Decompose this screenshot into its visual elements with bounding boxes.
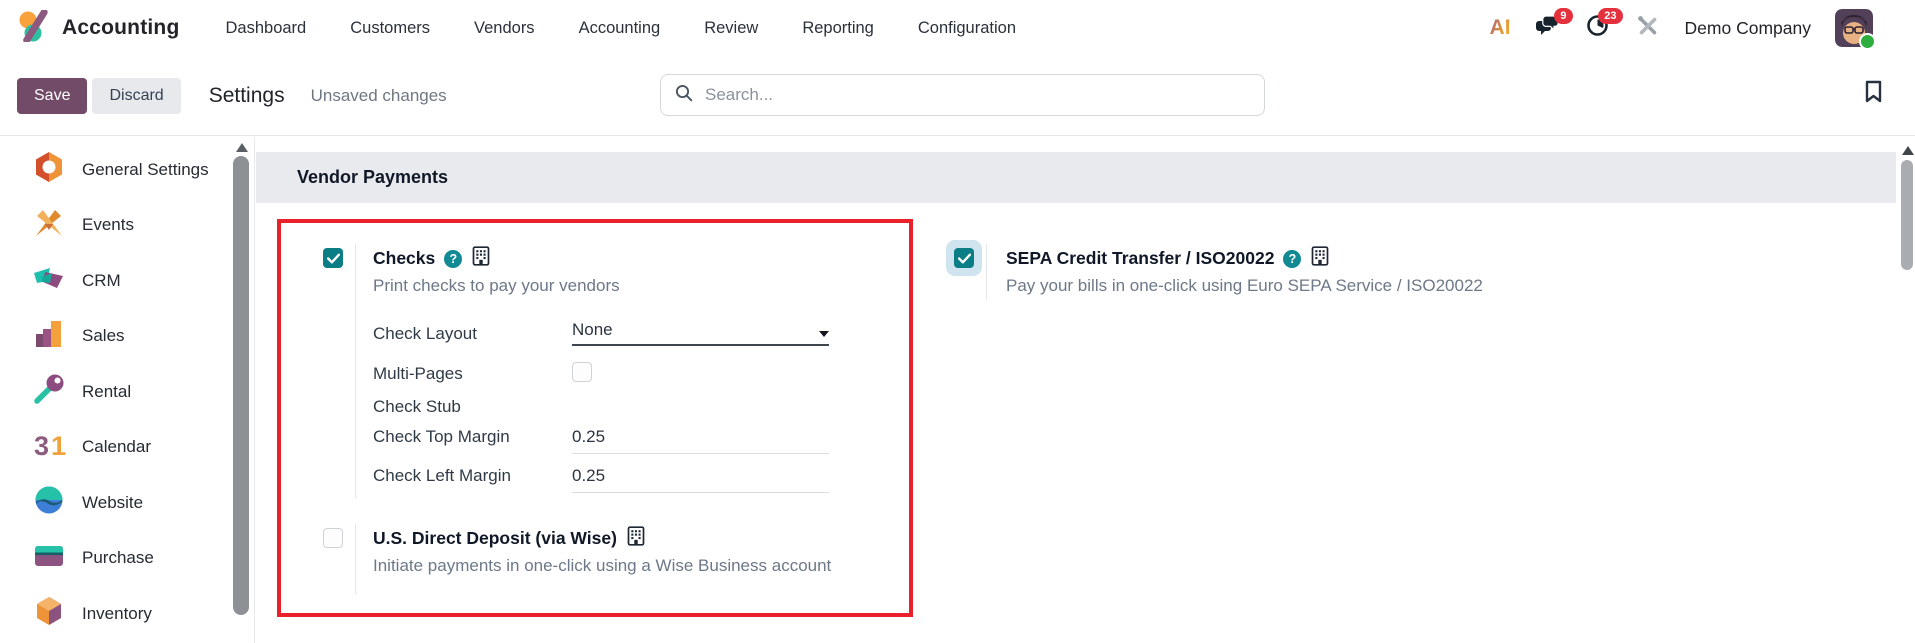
enterprise-building-icon bbox=[626, 526, 646, 551]
accounting-settings-page: Accounting Dashboard Customers Vendors A… bbox=[0, 0, 1915, 643]
sepa-divider bbox=[986, 244, 987, 300]
checks-divider bbox=[355, 244, 356, 498]
messages-badge: 9 bbox=[1554, 8, 1573, 25]
sidebar-item-purchase[interactable]: Purchase bbox=[0, 531, 254, 587]
enterprise-building-icon bbox=[1310, 246, 1330, 271]
save-button[interactable]: Save bbox=[17, 77, 88, 114]
online-status-dot bbox=[1859, 33, 1876, 50]
activities-button[interactable]: 23 bbox=[1585, 8, 1623, 41]
check-stub-label: Check Stub bbox=[373, 397, 461, 416]
check-left-margin-label: Check Left Margin bbox=[373, 466, 511, 485]
chevron-down-icon bbox=[819, 331, 829, 337]
sidebar-scroll-up-arrow[interactable] bbox=[236, 143, 248, 152]
sidebar-item-events[interactable]: Events bbox=[0, 198, 254, 254]
tools-icon bbox=[1636, 14, 1660, 43]
top-navbar: Accounting Dashboard Customers Vendors A… bbox=[0, 0, 1915, 56]
check-layout-label: Check Layout bbox=[373, 324, 477, 343]
app-brand[interactable]: Accounting bbox=[18, 8, 180, 47]
company-switcher[interactable]: Demo Company bbox=[1685, 18, 1811, 39]
enterprise-building-icon bbox=[471, 246, 491, 271]
sidebar-item-label: Calendar bbox=[82, 437, 151, 457]
user-avatar[interactable] bbox=[1835, 9, 1876, 50]
crm-icon bbox=[32, 261, 66, 300]
search-bar[interactable] bbox=[660, 74, 1265, 116]
ai-assistant-icon[interactable]: AI bbox=[1490, 16, 1511, 40]
sidebar-item-label: Sales bbox=[82, 326, 125, 346]
sidebar-item-label: Events bbox=[82, 215, 134, 235]
sidebar-item-general-settings[interactable]: General Settings bbox=[0, 142, 254, 198]
checks-description: Print checks to pay your vendors bbox=[373, 276, 620, 295]
menu-accounting[interactable]: Accounting bbox=[579, 19, 661, 38]
sidebar-item-label: Purchase bbox=[82, 548, 154, 568]
sepa-setting-title: SEPA Credit Transfer / ISO20022 ? bbox=[1006, 246, 1330, 271]
sidebar-item-label: Inventory bbox=[82, 603, 152, 623]
multi-pages-checkbox[interactable] bbox=[572, 362, 592, 382]
sidebar-item-sales[interactable]: Sales bbox=[0, 309, 254, 365]
debug-tools-button[interactable] bbox=[1635, 15, 1661, 41]
sidebar-item-label: Website bbox=[82, 492, 144, 512]
sidebar-item-label: Rental bbox=[82, 381, 132, 401]
app-name[interactable]: Accounting bbox=[62, 16, 180, 40]
svg-text:1: 1 bbox=[51, 431, 66, 461]
activities-badge: 23 bbox=[1598, 8, 1623, 25]
bookmark-icon[interactable] bbox=[1864, 80, 1883, 109]
sepa-title-text: SEPA Credit Transfer / ISO20022 bbox=[1006, 248, 1275, 268]
checks-checkbox[interactable] bbox=[323, 248, 343, 268]
check-left-margin-input[interactable] bbox=[572, 466, 829, 493]
sidebar-item-label: General Settings bbox=[82, 159, 209, 179]
us-direct-deposit-checkbox[interactable] bbox=[323, 528, 343, 548]
website-icon bbox=[32, 483, 66, 522]
section-header-vendor-payments: Vendor Payments bbox=[256, 152, 1896, 203]
sidebar-item-calendar[interactable]: 3 1 Calendar bbox=[0, 420, 254, 476]
search-input[interactable] bbox=[703, 84, 1250, 106]
menu-review[interactable]: Review bbox=[704, 19, 758, 38]
sidebar-item-website[interactable]: Website bbox=[0, 475, 254, 531]
sepa-checkbox[interactable] bbox=[954, 248, 974, 268]
page-title: Settings bbox=[208, 83, 285, 107]
sidebar-item-label: CRM bbox=[82, 270, 121, 290]
direct-deposit-divider bbox=[355, 524, 356, 594]
content-scroll-up-arrow[interactable] bbox=[1902, 146, 1914, 155]
purchase-icon bbox=[32, 539, 66, 578]
search-icon bbox=[675, 84, 693, 107]
multi-pages-label: Multi-Pages bbox=[373, 364, 463, 383]
help-icon[interactable]: ? bbox=[444, 249, 463, 268]
check-layout-value: None bbox=[572, 320, 613, 339]
inventory-icon bbox=[32, 594, 66, 633]
main-menu: Dashboard Customers Vendors Accounting R… bbox=[226, 19, 1017, 38]
rental-icon bbox=[32, 372, 66, 411]
sidebar-scrollbar-thumb[interactable] bbox=[233, 156, 249, 615]
us-direct-deposit-title: U.S. Direct Deposit (via Wise) bbox=[373, 526, 646, 551]
check-top-margin-input[interactable] bbox=[572, 427, 829, 454]
messages-button[interactable]: 9 bbox=[1535, 8, 1573, 41]
sepa-description: Pay your bills in one-click using Euro S… bbox=[1006, 276, 1483, 295]
check-top-margin-label: Check Top Margin bbox=[373, 427, 510, 446]
content-scrollbar-thumb[interactable] bbox=[1901, 160, 1913, 270]
unsaved-changes-status: Unsaved changes bbox=[310, 85, 447, 105]
sidebar-item-crm[interactable]: CRM bbox=[0, 253, 254, 309]
sidebar-item-inventory[interactable]: Inventory bbox=[0, 586, 254, 642]
help-icon[interactable]: ? bbox=[1283, 249, 1302, 268]
events-icon bbox=[32, 206, 66, 245]
svg-text:3: 3 bbox=[34, 431, 49, 461]
menu-reporting[interactable]: Reporting bbox=[802, 19, 874, 38]
discard-button[interactable]: Discard bbox=[92, 77, 181, 114]
sales-icon bbox=[32, 317, 66, 356]
checks-title-text: Checks bbox=[373, 248, 436, 268]
settings-sidebar: General Settings Events CRM Sales Rental… bbox=[0, 137, 255, 643]
check-layout-select[interactable]: None bbox=[572, 320, 829, 346]
menu-configuration[interactable]: Configuration bbox=[918, 19, 1016, 38]
menu-customers[interactable]: Customers bbox=[350, 19, 430, 38]
section-title: Vendor Payments bbox=[297, 167, 449, 187]
general-settings-icon bbox=[32, 150, 66, 189]
calendar-icon: 3 1 bbox=[32, 428, 66, 467]
sidebar-item-rental[interactable]: Rental bbox=[0, 364, 254, 420]
menu-dashboard[interactable]: Dashboard bbox=[226, 19, 307, 38]
us-direct-deposit-description: Initiate payments in one-click using a W… bbox=[373, 556, 832, 575]
navbar-right: AI 9 23 Demo Company bbox=[1490, 8, 1915, 50]
checks-setting-title: Checks ? bbox=[373, 246, 491, 271]
odoo-logo-icon bbox=[18, 8, 52, 47]
us-direct-deposit-title-text: U.S. Direct Deposit (via Wise) bbox=[373, 528, 617, 548]
menu-vendors[interactable]: Vendors bbox=[474, 19, 535, 38]
